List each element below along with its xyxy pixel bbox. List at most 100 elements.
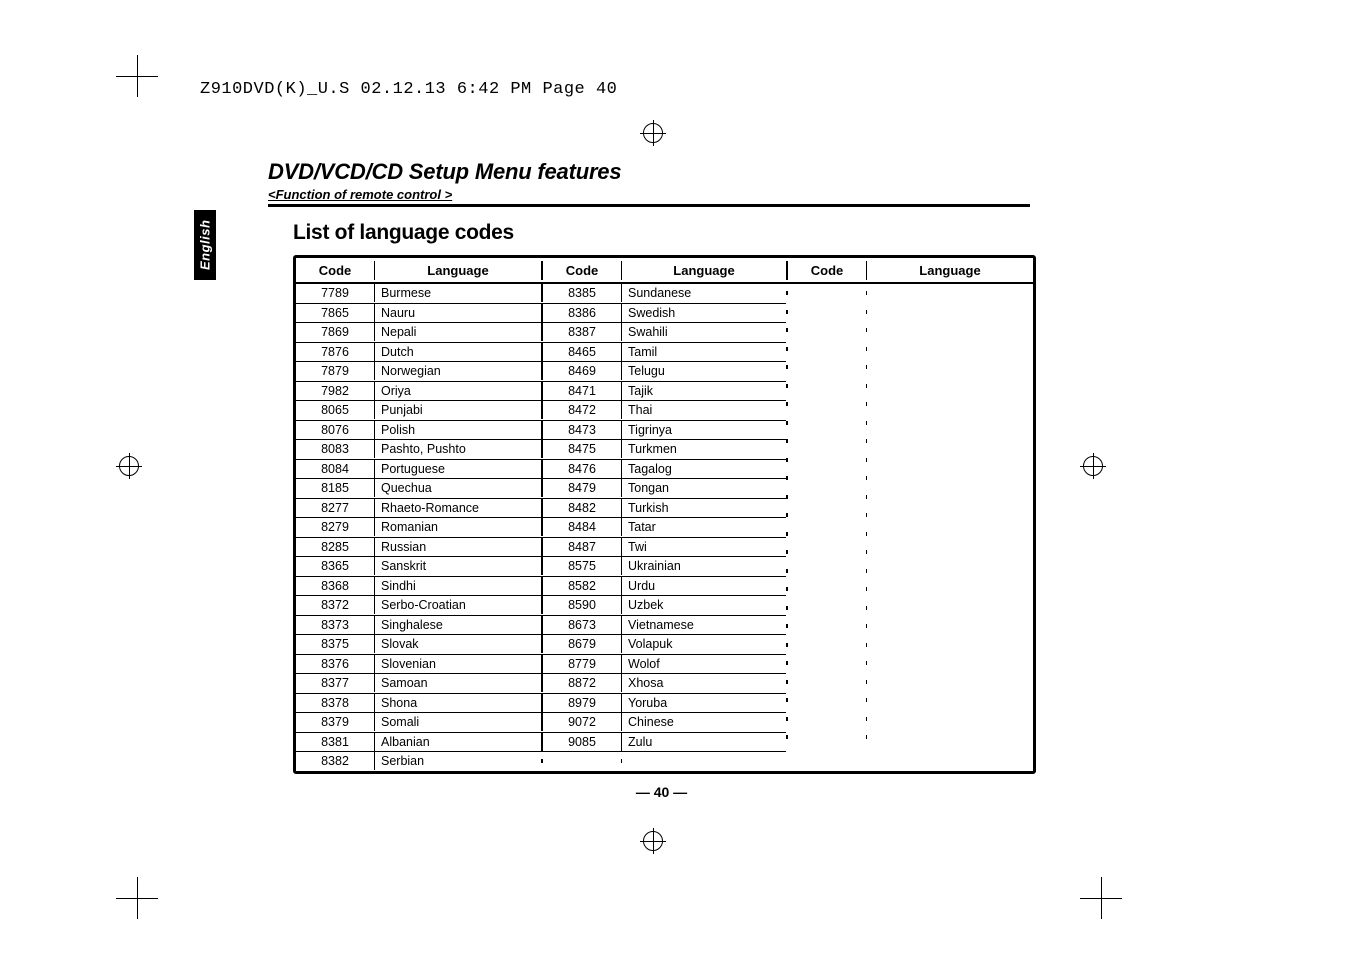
table-row [786, 673, 1033, 692]
table-row: 8185Quechua [296, 479, 541, 499]
cell-language: Telugu [622, 362, 786, 380]
table-row [786, 321, 1033, 340]
cell-language: Ukrainian [622, 557, 786, 575]
cell-language: Chinese [622, 713, 786, 731]
cell-language: Volapuk [622, 635, 786, 653]
table-header-row: Code Language [541, 258, 786, 284]
table-row [786, 340, 1033, 359]
cell-language: Tongan [622, 479, 786, 497]
cell-code: 8872 [541, 674, 622, 692]
page-content: Z910DVD(K)_U.S 02.12.13 6:42 PM Page 40 … [200, 80, 1180, 800]
reg-mark-bottom [640, 828, 666, 854]
table-row: 8872Xhosa [541, 674, 786, 694]
cell-language: Portuguese [375, 460, 541, 478]
table-row: 8065Punjabi [296, 401, 541, 421]
table-row: 8381Albanian [296, 733, 541, 753]
cell-code [786, 624, 867, 628]
cell-code: 8479 [541, 479, 622, 497]
table-row: 8379Somali [296, 713, 541, 733]
cell-language [867, 291, 1033, 295]
cell-language: Swahili [622, 323, 786, 341]
cell-language [867, 310, 1033, 314]
cell-code [786, 310, 867, 314]
table-row: 8387Swahili [541, 323, 786, 343]
cell-language: Singhalese [375, 616, 541, 634]
cell-code: 8575 [541, 557, 622, 575]
page-subtitle: <Function of remote control > [268, 187, 1180, 202]
cell-language: Vietnamese [622, 616, 786, 634]
crop-mark-br [1080, 877, 1122, 919]
table-row: 8590Uzbek [541, 596, 786, 616]
cell-language [867, 365, 1033, 369]
cell-code: 8076 [296, 421, 375, 439]
cell-language: Serbo-Croatian [375, 596, 541, 614]
crop-mark-tl [116, 55, 158, 97]
table-row: 8582Urdu [541, 577, 786, 597]
table-row: 8285Russian [296, 538, 541, 558]
table-row [786, 654, 1033, 673]
table-row [786, 728, 1033, 747]
table-row: 7865Nauru [296, 304, 541, 324]
cell-code [786, 347, 867, 351]
cell-code [786, 587, 867, 591]
table-header-row: Code Language [296, 258, 541, 284]
cell-code: 8582 [541, 577, 622, 595]
cell-code [786, 569, 867, 573]
cell-code [786, 402, 867, 406]
table-row [541, 752, 786, 771]
table-row: 8482Turkish [541, 499, 786, 519]
table-row [786, 377, 1033, 396]
table-row: 8386Swedish [541, 304, 786, 324]
cell-language: Uzbek [622, 596, 786, 614]
cell-code [786, 328, 867, 332]
header-code: Code [541, 261, 622, 280]
table-row: 8382Serbian [296, 752, 541, 771]
cell-code: 8979 [541, 694, 622, 712]
cell-language: Tigrinya [622, 421, 786, 439]
cell-language [622, 759, 786, 763]
cell-language [867, 606, 1033, 610]
table-row [786, 432, 1033, 451]
table-row [786, 636, 1033, 655]
cell-code [786, 661, 867, 665]
table-row: 7879Norwegian [296, 362, 541, 382]
cell-language: Pashto, Pushto [375, 440, 541, 458]
cell-language: Zulu [622, 733, 786, 751]
cell-code [786, 365, 867, 369]
cell-language: Nepali [375, 323, 541, 341]
table-row: 7982Oriya [296, 382, 541, 402]
table-row: 8472Thai [541, 401, 786, 421]
table-row [786, 580, 1033, 599]
cell-language: Russian [375, 538, 541, 556]
table-row [786, 488, 1033, 507]
cell-code [786, 439, 867, 443]
cell-language: Urdu [622, 577, 786, 595]
cell-code [786, 384, 867, 388]
cell-code [786, 421, 867, 425]
table-row [786, 617, 1033, 636]
cell-language: Rhaeto-Romance [375, 499, 541, 517]
cell-code [786, 717, 867, 721]
cell-code: 8285 [296, 538, 375, 556]
table-row: 8487Twi [541, 538, 786, 558]
table-column-2: Code Language 8385Sundanese8386Swedish83… [541, 258, 786, 771]
cell-language: Xhosa [622, 674, 786, 692]
cell-language: Samoan [375, 674, 541, 692]
table-row: 7876Dutch [296, 343, 541, 363]
cell-code [786, 550, 867, 554]
cell-code: 9085 [541, 733, 622, 751]
cell-code [786, 735, 867, 739]
cell-language: Tatar [622, 518, 786, 536]
table-row: 8375Slovak [296, 635, 541, 655]
cell-code: 8083 [296, 440, 375, 458]
cell-code [786, 680, 867, 684]
cell-language [867, 661, 1033, 665]
cell-code: 8590 [541, 596, 622, 614]
cell-language [867, 550, 1033, 554]
cell-language [867, 328, 1033, 332]
cell-code [786, 291, 867, 295]
cell-language: Norwegian [375, 362, 541, 380]
cell-code [786, 513, 867, 517]
section-heading: List of language codes [293, 221, 1180, 245]
cell-language [867, 421, 1033, 425]
